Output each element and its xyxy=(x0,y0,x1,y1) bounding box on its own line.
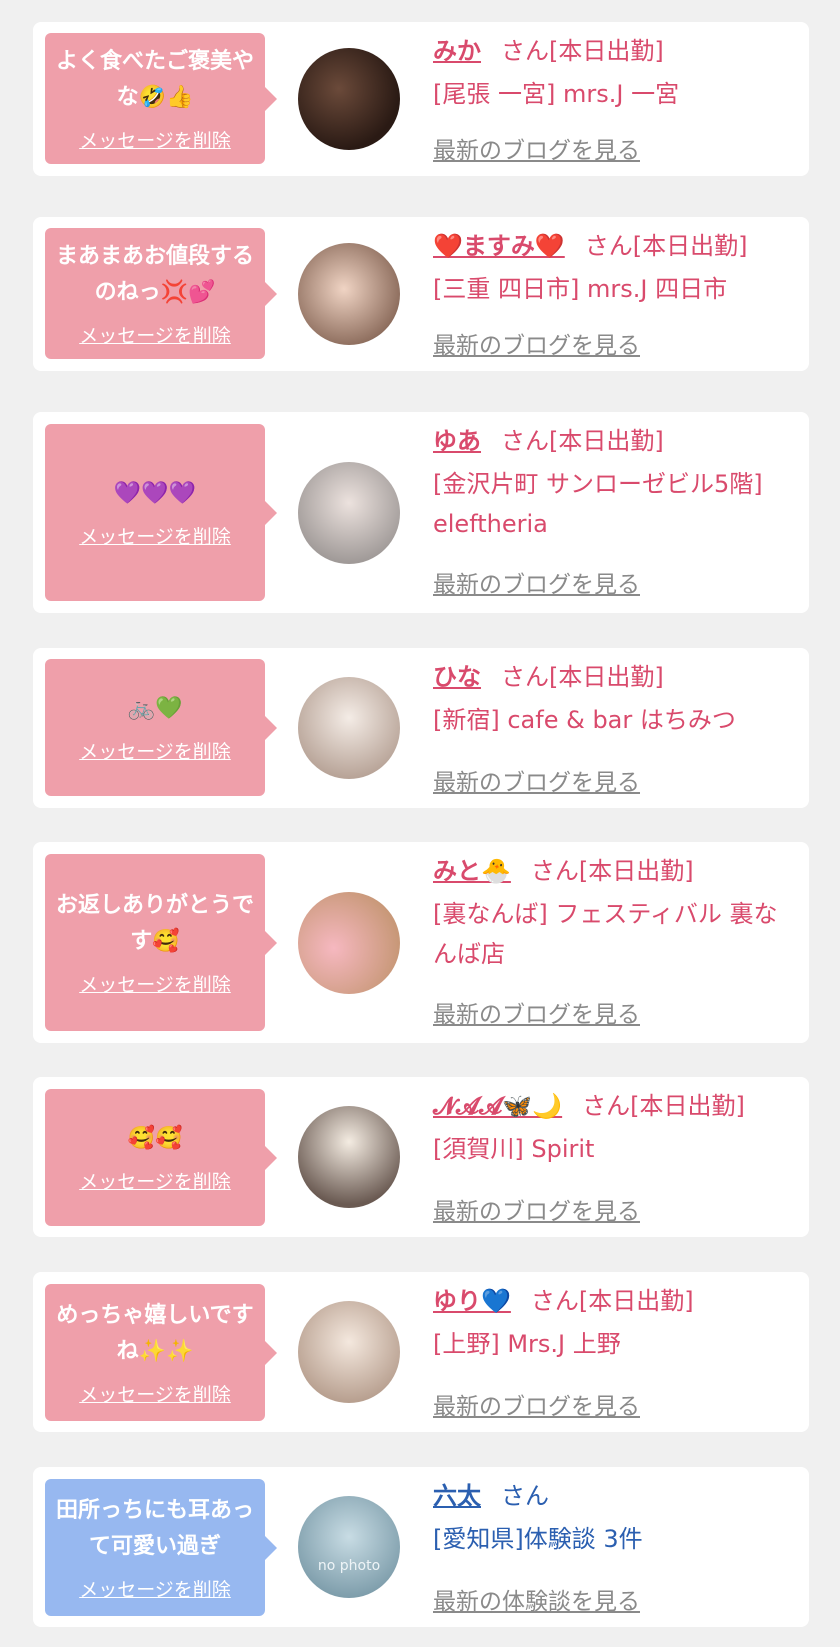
list-item: お返しありがとうです🥰 メッセージを削除 みと🐣 さん[本日出勤] [裏なんば] … xyxy=(33,842,809,1043)
status-text: さん[本日出勤] xyxy=(501,37,664,65)
delete-message-link[interactable]: メッセージを削除 xyxy=(79,522,231,549)
no-photo-placeholder-text: no photo xyxy=(317,1558,381,1574)
list-item: めっちゃ嬉しいですね✨✨ メッセージを削除 ゆり💙 さん[本日出勤] [上野] M… xyxy=(33,1272,809,1432)
message-bubble: 🥰🥰 メッセージを削除 xyxy=(45,1089,277,1226)
shop-text: [金沢片町 サンローゼビル5階] eleftheria xyxy=(433,470,763,538)
message-bubble: 🚲💚 メッセージを削除 xyxy=(45,659,277,796)
member-info: ひな さん[本日出勤] [新宿] cafe & bar はちみつ xyxy=(433,660,795,740)
member-info: ❤️ますみ❤️ さん[本日出勤] [三重 四日市] mrs.J 四日市 xyxy=(433,229,795,309)
name-line: みと🐣 さん[本日出勤] xyxy=(433,854,795,888)
avatar[interactable] xyxy=(298,462,400,564)
member-info: ゆり💙 さん[本日出勤] [上野] Mrs.J 上野 xyxy=(433,1284,795,1364)
blog-link[interactable]: 最新のブログを見る xyxy=(433,763,640,797)
name-line: ひな さん[本日出勤] xyxy=(433,660,795,694)
delete-message-link[interactable]: メッセージを削除 xyxy=(79,737,231,764)
member-info: ゆあ さん[本日出勤] [金沢片町 サンローゼビル5階] eleftheria xyxy=(433,424,795,544)
member-name-link[interactable]: ゆあ xyxy=(433,427,481,455)
shop-text: [三重 四日市] mrs.J 四日市 xyxy=(433,275,728,303)
list-item: まあまあお値段するのねっ💢💕 メッセージを削除 ❤️ますみ❤️ さん[本日出勤] … xyxy=(33,217,809,371)
status-text: さん xyxy=(501,1482,549,1510)
review-link[interactable]: 最新の体験談を見る xyxy=(433,1582,640,1616)
delete-message-link[interactable]: メッセージを削除 xyxy=(79,1167,231,1194)
avatar[interactable] xyxy=(298,243,400,345)
name-line: 𝓝𝓐𝓐🦋🌙 さん[本日出勤] xyxy=(433,1089,795,1123)
member-info: 六太 さん [愛知県]体験談 3件 xyxy=(433,1479,795,1559)
message-bubble: 💜💜💜 メッセージを削除 xyxy=(45,424,277,601)
status-text: さん[本日出勤] xyxy=(501,427,664,455)
status-text: さん[本日出勤] xyxy=(501,663,664,691)
blog-link[interactable]: 最新のブログを見る xyxy=(433,131,640,165)
status-text: さん[本日出勤] xyxy=(582,1092,745,1120)
list-item: よく食べたご褒美やな🤣👍 メッセージを削除 みか さん[本日出勤] [尾張 一宮]… xyxy=(33,22,809,176)
message-bubble: まあまあお値段するのねっ💢💕 メッセージを削除 xyxy=(45,228,277,359)
message-text: よく食べたご褒美やな🤣👍 xyxy=(55,49,254,110)
member-info: みか さん[本日出勤] [尾張 一宮] mrs.J 一宮 xyxy=(433,34,795,114)
avatar[interactable] xyxy=(298,1301,400,1403)
avatar[interactable] xyxy=(298,1106,400,1208)
avatar[interactable] xyxy=(298,677,400,779)
member-name-link[interactable]: ゆり💙 xyxy=(433,1287,511,1315)
member-info: みと🐣 さん[本日出勤] [裏なんば] フェスティバル 裏なんば店 xyxy=(433,854,795,974)
shop-text: [上野] Mrs.J 上野 xyxy=(433,1330,621,1358)
list-item: 🚲💚 メッセージを削除 ひな さん[本日出勤] [新宿] cafe & bar は… xyxy=(33,648,809,808)
delete-message-link[interactable]: メッセージを削除 xyxy=(79,1380,231,1407)
message-text: 田所っちにも耳あって可愛い過ぎ xyxy=(55,1498,254,1559)
member-name-link[interactable]: みと🐣 xyxy=(433,857,511,885)
member-name-link[interactable]: 𝓝𝓐𝓐🦋🌙 xyxy=(433,1092,562,1120)
member-name-link[interactable]: ひな xyxy=(433,663,481,691)
message-bubble: めっちゃ嬉しいですね✨✨ メッセージを削除 xyxy=(45,1284,277,1421)
avatar[interactable] xyxy=(298,48,400,150)
delete-message-link[interactable]: メッセージを削除 xyxy=(79,970,231,997)
favorite-list: よく食べたご褒美やな🤣👍 メッセージを削除 みか さん[本日出勤] [尾張 一宮]… xyxy=(0,0,840,1647)
blog-link[interactable]: 最新のブログを見る xyxy=(433,565,640,599)
member-name-link[interactable]: 六太 xyxy=(433,1482,481,1510)
message-text: 💜💜💜 xyxy=(113,481,197,506)
blog-link[interactable]: 最新のブログを見る xyxy=(433,1192,640,1226)
list-item: 💜💜💜 メッセージを削除 ゆあ さん[本日出勤] [金沢片町 サンローゼビル5階]… xyxy=(33,412,809,613)
name-line: 六太 さん xyxy=(433,1479,795,1513)
avatar[interactable]: no photo xyxy=(298,1496,400,1598)
status-text: さん[本日出勤] xyxy=(584,232,748,260)
delete-message-link[interactable]: メッセージを削除 xyxy=(79,126,231,153)
blog-link[interactable]: 最新のブログを見る xyxy=(433,995,640,1029)
member-name-link[interactable]: ❤️ますみ❤️ xyxy=(433,232,565,260)
delete-message-link[interactable]: メッセージを削除 xyxy=(79,321,231,348)
shop-text: [新宿] cafe & bar はちみつ xyxy=(433,706,736,734)
status-text: さん[本日出勤] xyxy=(530,857,694,885)
message-text: お返しありがとうです🥰 xyxy=(55,893,254,954)
blog-link[interactable]: 最新のブログを見る xyxy=(433,1387,640,1421)
name-line: ゆり💙 さん[本日出勤] xyxy=(433,1284,795,1318)
delete-message-link[interactable]: メッセージを削除 xyxy=(79,1575,231,1602)
member-info: 𝓝𝓐𝓐🦋🌙 さん[本日出勤] [須賀川] Spirit xyxy=(433,1089,795,1169)
list-item: 田所っちにも耳あって可愛い過ぎ メッセージを削除 no photo 六太 さん [… xyxy=(33,1467,809,1627)
message-text: めっちゃ嬉しいですね✨✨ xyxy=(56,1303,254,1364)
member-name-link[interactable]: みか xyxy=(433,37,481,65)
message-bubble: 田所っちにも耳あって可愛い過ぎ メッセージを削除 xyxy=(45,1479,277,1616)
shop-text: [尾張 一宮] mrs.J 一宮 xyxy=(433,80,680,108)
message-bubble: よく食べたご褒美やな🤣👍 メッセージを削除 xyxy=(45,33,277,164)
status-text: さん[本日出勤] xyxy=(530,1287,694,1315)
shop-text: [須賀川] Spirit xyxy=(433,1135,595,1163)
message-bubble: お返しありがとうです🥰 メッセージを削除 xyxy=(45,854,277,1031)
name-line: ❤️ますみ❤️ さん[本日出勤] xyxy=(433,229,795,263)
name-line: みか さん[本日出勤] xyxy=(433,34,795,68)
blog-link[interactable]: 最新のブログを見る xyxy=(433,326,640,360)
name-line: ゆあ さん[本日出勤] xyxy=(433,424,795,458)
avatar[interactable] xyxy=(298,892,400,994)
message-text: まあまあお値段するのねっ💢💕 xyxy=(55,244,254,305)
shop-text: [愛知県]体験談 3件 xyxy=(433,1525,643,1553)
shop-text: [裏なんば] フェスティバル 裏なんば店 xyxy=(433,900,778,968)
message-text: 🚲💚 xyxy=(127,696,183,721)
list-item: 🥰🥰 メッセージを削除 𝓝𝓐𝓐🦋🌙 さん[本日出勤] [須賀川] Spirit 最… xyxy=(33,1077,809,1237)
message-text: 🥰🥰 xyxy=(127,1126,183,1151)
